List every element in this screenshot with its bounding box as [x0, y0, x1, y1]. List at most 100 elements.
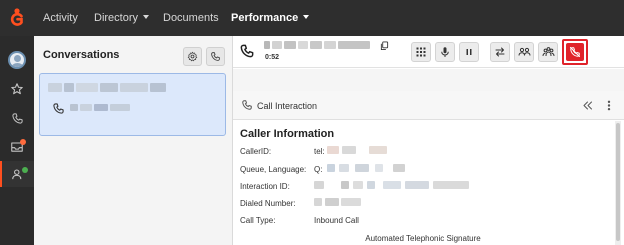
call-interaction-title: Call Interaction: [257, 101, 318, 111]
redacted-text: [150, 83, 166, 92]
notification-badge: [20, 139, 26, 145]
panel-gap: [233, 69, 624, 91]
conversation-card[interactable]: [39, 73, 226, 136]
status-badge: [22, 167, 28, 173]
conference-button[interactable]: [538, 42, 558, 62]
redacted-text: [393, 164, 405, 172]
call-header: 0:52: [233, 36, 624, 68]
consult-button[interactable]: [514, 42, 534, 62]
call-timer: 0:52: [265, 54, 280, 61]
hold-button[interactable]: [459, 42, 479, 62]
conference-icon: [542, 47, 554, 57]
redacted-text: [94, 104, 108, 111]
top-navigation-bar: Activity Directory Documents Performance: [0, 0, 624, 36]
end-call-button[interactable]: [566, 43, 584, 61]
star-icon: [11, 83, 23, 95]
left-sidebar: [0, 36, 34, 245]
nav-activity-label: Activity: [43, 12, 78, 24]
nav-performance-label: Performance: [231, 12, 299, 24]
phone-icon: [211, 52, 220, 61]
redacted-text: [325, 198, 339, 206]
caller-information-title: Caller Information: [240, 128, 335, 140]
chevron-down-icon: [303, 15, 310, 20]
phone-icon: [240, 44, 254, 58]
redacted-text: [383, 181, 401, 189]
chevron-down-icon: [143, 15, 150, 20]
redacted-text: [80, 104, 92, 111]
microphone-icon: [441, 47, 449, 57]
pause-icon: [466, 49, 472, 55]
caller-id-label: CallerID:: [240, 147, 272, 156]
redacted-text: [355, 164, 369, 172]
transfer-button[interactable]: [490, 42, 510, 62]
avatar-icon: [8, 51, 26, 69]
phone-icon: [53, 103, 64, 114]
call-interaction-header: Call Interaction: [233, 91, 624, 120]
redacted-text: [339, 164, 349, 172]
call-type-value: Inbound Call: [314, 216, 359, 225]
redacted-text: [353, 181, 363, 189]
redacted-text: [298, 41, 308, 49]
redacted-text: [272, 41, 282, 49]
interaction-id-label: Interaction ID:: [240, 182, 290, 191]
redacted-text: [433, 181, 469, 189]
redacted-text: [64, 83, 74, 92]
nav-directory[interactable]: Directory: [94, 0, 150, 36]
queue-language-label: Queue, Language:: [240, 165, 307, 174]
redacted-text: [100, 83, 118, 92]
scrollbar-thumb[interactable]: [616, 123, 620, 241]
redacted-text: [314, 181, 324, 189]
redacted-text: [338, 41, 370, 49]
redacted-text: [367, 181, 375, 189]
sidebar-item-phone[interactable]: [0, 105, 34, 131]
collapse-icon[interactable]: [583, 101, 593, 110]
consult-icon: [518, 47, 530, 56]
redacted-text: [342, 146, 356, 154]
nav-activity[interactable]: Activity: [43, 0, 78, 36]
queue-language-value: Q:: [314, 165, 323, 174]
caller-information-section: Caller Information CallerID: tel: Queue,…: [233, 121, 613, 245]
redacted-text: [110, 104, 130, 111]
phone-icon: [242, 100, 252, 110]
dialed-number-label: Dialed Number:: [240, 199, 296, 208]
copy-icon[interactable]: [380, 41, 389, 51]
sidebar-item-people[interactable]: [0, 161, 34, 187]
scrollbar[interactable]: [615, 121, 621, 245]
genesys-logo-icon[interactable]: [9, 8, 25, 28]
redacted-text: [70, 104, 78, 111]
dialpad-button[interactable]: [411, 42, 431, 62]
redacted-text: [76, 83, 98, 92]
redacted-text: [284, 41, 296, 49]
redacted-text: [341, 198, 361, 206]
transfer-icon: [495, 47, 505, 57]
conversations-title: Conversations: [43, 49, 120, 61]
redacted-text: [327, 146, 339, 154]
dialpad-icon: [416, 47, 426, 57]
conversations-panel: Conversations: [34, 36, 233, 245]
redacted-text: [324, 41, 336, 49]
nav-directory-label: Directory: [94, 12, 139, 24]
more-options-icon[interactable]: [607, 100, 611, 111]
nav-documents[interactable]: Documents: [163, 0, 219, 36]
redacted-text: [310, 41, 322, 49]
redacted-text: [120, 83, 148, 92]
end-call-highlight: [562, 39, 588, 65]
sidebar-item-profile[interactable]: [0, 47, 34, 73]
redacted-text: [341, 181, 349, 189]
redacted-text: [369, 146, 387, 154]
redacted-text: [327, 164, 335, 172]
redacted-text: [405, 181, 429, 189]
mute-button[interactable]: [435, 42, 455, 62]
redacted-text: [48, 83, 62, 92]
redacted-text: [375, 164, 383, 172]
sidebar-item-favorites[interactable]: [0, 76, 34, 102]
settings-button[interactable]: [183, 47, 202, 66]
nav-performance[interactable]: Performance: [231, 0, 310, 36]
new-call-button[interactable]: [206, 47, 225, 66]
nav-documents-label: Documents: [163, 12, 219, 24]
sidebar-item-inbox[interactable]: [0, 133, 34, 159]
phone-icon: [11, 112, 23, 124]
caller-id-value: tel:: [314, 147, 325, 156]
call-type-label: Call Type:: [240, 216, 276, 225]
automated-signature-text: Automated Telephonic Signature: [365, 234, 481, 243]
